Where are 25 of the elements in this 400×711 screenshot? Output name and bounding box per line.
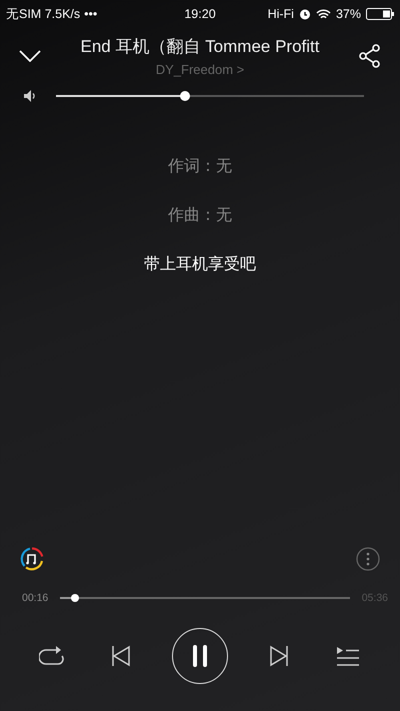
pause-button[interactable] — [172, 628, 228, 684]
volume-thumb[interactable] — [180, 91, 190, 101]
chevron-down-icon[interactable] — [19, 50, 41, 62]
carrier-text: 无SIM 7.5K/s — [6, 6, 80, 22]
share-icon[interactable] — [359, 44, 381, 68]
hifi-label: Hi-Fi — [268, 7, 294, 21]
repeat-icon[interactable] — [39, 645, 66, 667]
playlist-icon[interactable] — [336, 646, 360, 666]
previous-icon[interactable] — [111, 645, 132, 667]
battery-percent: 37% — [336, 7, 361, 21]
more-button[interactable] — [356, 547, 380, 571]
music-badge-icon[interactable] — [20, 547, 44, 571]
credit-line: 作曲 : 无 — [168, 205, 232, 226]
alarm-icon — [298, 8, 311, 20]
next-icon[interactable] — [268, 645, 289, 667]
battery-icon — [366, 8, 394, 20]
song-title: End 耳机（翻自 Tommee Profitt — [80, 36, 320, 58]
artist-link[interactable]: DY_Freedom > — [156, 62, 244, 77]
more-dots: ••• — [84, 7, 98, 21]
lyric-line: 带上耳机享受吧 — [144, 254, 256, 275]
wifi-icon — [316, 8, 331, 20]
clock: 19:20 — [184, 7, 216, 21]
progress-thumb[interactable] — [70, 594, 79, 602]
elapsed-time: 00:16 — [22, 592, 48, 604]
credit-line: 作词 : 无 — [168, 156, 232, 177]
